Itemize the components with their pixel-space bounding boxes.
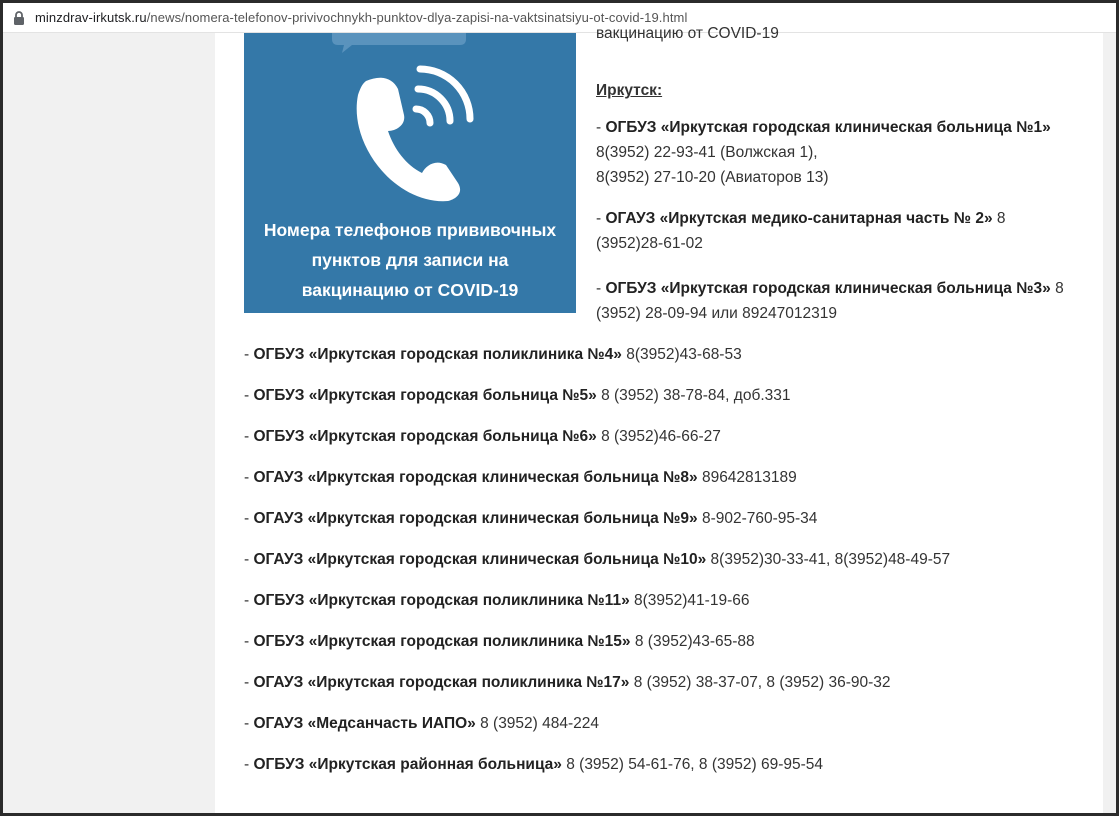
clinic-name: ОГАУЗ «Иркутская городская клиническая б… <box>253 469 698 486</box>
url-domain: minzdrav-irkutsk.ru <box>35 10 147 25</box>
clinic-phone: 8 (3952) 38-78-84, доб.331 <box>596 387 791 404</box>
clinic-name: ОГАУЗ «Иркутская городская клиническая б… <box>253 551 707 568</box>
clinic-phone: 8(3952)30-33-41, 8(3952)48-49-57 <box>706 551 951 568</box>
clinic-phone: 8 (3952)43-65-88 <box>630 633 755 650</box>
clinic-phone: 8(3952) 22-93-41 (Волжская 1), <box>596 144 818 161</box>
list-item: - ОГАУЗ «Иркутская городская клиническая… <box>244 465 1074 490</box>
poster-line-3: вакцинацию от COVID-19 <box>301 280 519 300</box>
page-content-area: Номера телефонов прививочных пунктов для… <box>215 25 1103 813</box>
poster-line-1: Номера телефонов прививочных <box>263 220 557 240</box>
clinic-phone: 8-902-760-95-34 <box>697 510 818 527</box>
list-item: - ОГАУЗ «Медсанчасть ИАПО» 8 (3952) 484-… <box>244 711 1074 736</box>
clinic-name: ОГБУЗ «Иркутская городская клиническая б… <box>605 280 1051 297</box>
poster-caption: Номера телефонов прививочных пунктов для… <box>244 215 576 305</box>
clinic-phone: 8 (3952) 54-61-76, 8 (3952) 69-95-54 <box>561 756 824 773</box>
clinic-phone: 8(3952)43-68-53 <box>621 346 742 363</box>
list-item: - ОГАУЗ «Иркутская городская поликлиника… <box>244 670 1074 695</box>
clinic-name: ОГБУЗ «Иркутская городская поликлиника №… <box>253 633 631 650</box>
clinic-name: ОГБУЗ «Иркутская городская поликлиника №… <box>253 592 630 609</box>
news-poster-image: Номера телефонов прививочных пунктов для… <box>244 33 576 313</box>
article-body: Номера телефонов прививочных пунктов для… <box>244 25 1074 793</box>
list-item: - ОГАУЗ «Иркутская городская клиническая… <box>244 506 1074 531</box>
clinic-phone: 8(3952) 27-10-20 (Авиаторов 13) <box>596 169 829 186</box>
list-item: - ОГАУЗ «Иркутская городская клиническая… <box>244 547 1074 572</box>
poster-graphics <box>332 33 474 202</box>
clinic-name: ОГАУЗ «Иркутская городская клиническая б… <box>253 510 698 527</box>
clinic-name: ОГБУЗ «Иркутская городская клиническая б… <box>605 119 1051 136</box>
lock-icon <box>14 10 24 25</box>
list-item: - ОГБУЗ «Иркутская городская больница №5… <box>244 383 1074 408</box>
clinic-phone: 89642813189 <box>697 469 797 486</box>
clinic-phone: 8(3952)41-19-66 <box>629 592 750 609</box>
clinic-name: ОГБУЗ «Иркутская городская больница №5» <box>253 387 597 404</box>
clinic-phone: 8 (3952)46-66-27 <box>596 428 721 445</box>
browser-window: minzdrav-irkutsk.ru/news/nomera-telefono… <box>0 0 1119 816</box>
clinic-phone: 8 (3952) 38-37-07, 8 (3952) 36-90-32 <box>629 674 891 691</box>
list-item: - ОГБУЗ «Иркутская городская поликлиника… <box>244 629 1074 654</box>
clinic-name: ОГАУЗ «Иркутская городская поликлиника №… <box>253 674 630 691</box>
list-item: - ОГБУЗ «Иркутская городская поликлиника… <box>244 588 1074 613</box>
clinic-phone: 8 (3952) 484-224 <box>475 715 600 732</box>
clinic-name: ОГБУЗ «Иркутская городская поликлиника №… <box>253 346 622 363</box>
clinic-name: ОГАУЗ «Иркутская медико-санитарная часть… <box>605 210 993 227</box>
phone-icon <box>356 77 461 202</box>
list-item: - ОГБУЗ «Иркутская районная больница» 8 … <box>244 752 1074 777</box>
clinic-name: ОГБУЗ «Иркутская городская больница №6» <box>253 428 597 445</box>
clinic-name: ОГАУЗ «Медсанчасть ИАПО» <box>253 715 476 732</box>
poster-line-2: пунктов для записи на <box>311 250 509 270</box>
clinic-name: ОГБУЗ «Иркутская районная больница» <box>253 756 562 773</box>
list-item: - ОГБУЗ «Иркутская городская поликлиника… <box>244 342 1074 367</box>
list-item: - ОГБУЗ «Иркутская городская больница №6… <box>244 424 1074 449</box>
